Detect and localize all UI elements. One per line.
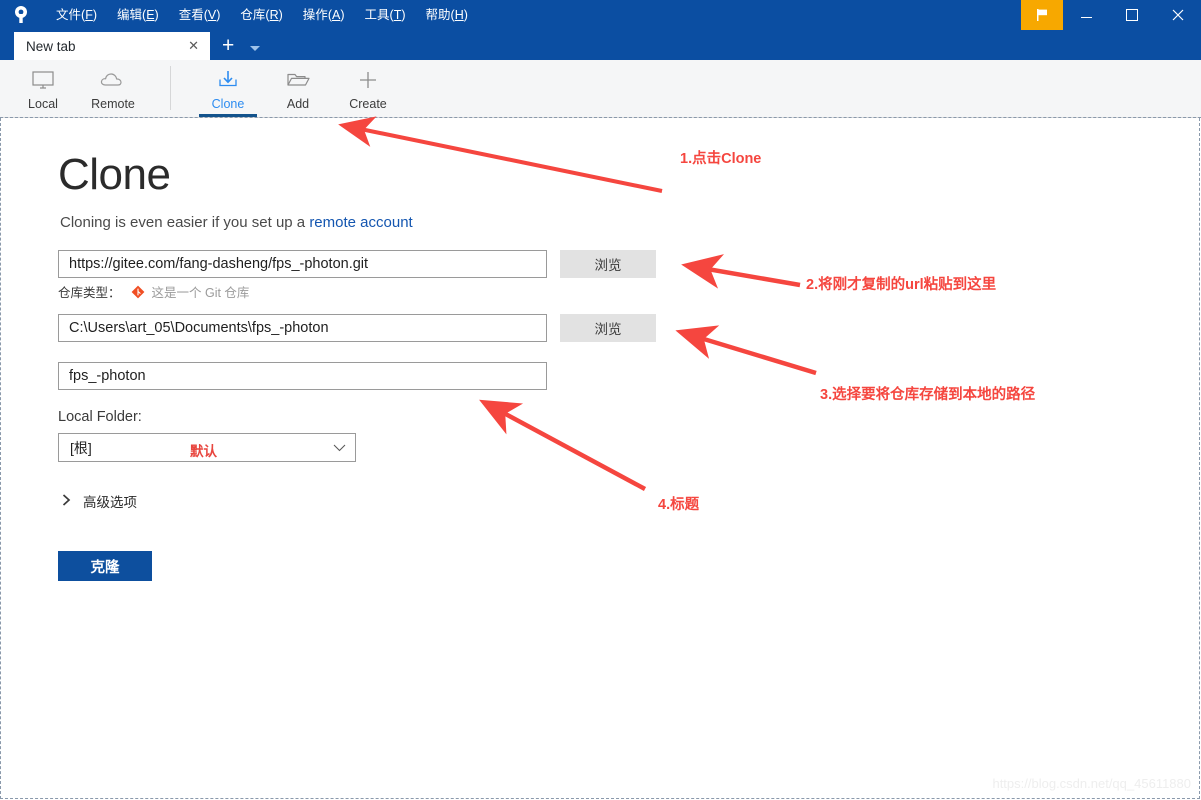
plus-icon[interactable]: + [222, 35, 234, 56]
local-folder-label: Local Folder: [58, 409, 142, 425]
flag-icon[interactable] [1021, 0, 1063, 30]
page-subtitle: Cloning is even easier if you set up a r… [60, 214, 413, 231]
page-title: Clone [58, 150, 171, 199]
local-folder-note: 默认 [190, 444, 217, 459]
title-bar: 文件(F) 编辑(E) 查看(V) 仓库(R) 操作(A) 工具(T) 帮助(H… [0, 0, 1201, 30]
repository-type-row: 仓库类型： 这是一个 Git 仓库 [58, 282, 249, 301]
menu-item-edit[interactable]: 编辑(E) [107, 0, 169, 30]
app-window: 文件(F) 编辑(E) 查看(V) 仓库(R) 操作(A) 工具(T) 帮助(H… [0, 0, 1201, 800]
close-icon[interactable] [1155, 0, 1201, 30]
monitor-icon [31, 67, 55, 93]
toolbar-item-create[interactable]: Create [333, 60, 403, 117]
window-controls [1021, 0, 1201, 30]
close-icon[interactable]: ✕ [185, 38, 202, 54]
destination-path-input[interactable]: C:\Users\art_05\Documents\fps_-photon [58, 314, 547, 342]
folder-open-icon [285, 67, 311, 93]
repository-name-input[interactable]: fps_-photon [58, 362, 547, 390]
toolbar-item-label: Clone [211, 97, 245, 111]
toolbar-item-label: Add [286, 97, 310, 111]
clone-panel: Clone Cloning is even easier if you set … [0, 118, 1201, 800]
advanced-options-label: 高级选项 [83, 495, 137, 510]
watermark: https://blog.csdn.net/qq_45611880 [992, 776, 1191, 791]
menu-item-help[interactable]: 帮助(H) [416, 0, 478, 30]
plus-icon [357, 67, 379, 93]
cloud-icon [99, 67, 127, 93]
toolbar-item-label: Local [28, 97, 58, 111]
toolbar-item-add[interactable]: Add [263, 60, 333, 117]
clone-button[interactable]: 克隆 [58, 551, 152, 581]
tab-strip: New tab ✕ + [0, 30, 1201, 60]
toolbar-item-clone[interactable]: Clone [193, 60, 263, 117]
git-diamond-icon [131, 285, 145, 299]
menu-item-tools[interactable]: 工具(T) [355, 0, 416, 30]
tab-new-tab[interactable]: New tab ✕ [14, 32, 210, 60]
menu-item-repository[interactable]: 仓库(R) [230, 0, 292, 30]
anno-2: 2.将刚才复制的url粘贴到这里 [806, 277, 997, 293]
tab-label: New tab [26, 38, 76, 54]
advanced-options-toggle[interactable]: 高级选项 [62, 491, 137, 511]
menu-item-file[interactable]: 文件(F) [46, 0, 107, 30]
browse-destination-button[interactable]: 浏览 [560, 314, 656, 342]
maximize-icon[interactable] [1109, 0, 1155, 30]
repository-type-value: 这是一个 Git 仓库 [151, 286, 250, 300]
source-url-input[interactable]: https://gitee.com/fang-dasheng/fps_-phot… [58, 250, 547, 278]
anno-4: 4.标题 [658, 497, 700, 513]
browse-source-button[interactable]: 浏览 [560, 250, 656, 278]
toolbar-item-label: Remote [91, 97, 135, 111]
toolbar-item-local[interactable]: Local [8, 60, 78, 117]
local-folder-value: [根] [70, 439, 92, 456]
chevron-down-icon[interactable] [250, 46, 261, 51]
toolbar-item-remote[interactable]: Remote [78, 60, 148, 117]
toolbar-divider [170, 66, 171, 110]
menu-item-actions[interactable]: 操作(A) [293, 0, 355, 30]
toolbar-item-label: Create [349, 97, 387, 111]
chevron-down-icon [333, 441, 346, 454]
anno-3: 3.选择要将仓库存储到本地的路径 [820, 387, 1036, 403]
minimize-icon[interactable] [1063, 0, 1109, 30]
remote-account-link[interactable]: remote account [309, 214, 412, 231]
toolbar: Local Remote Clone Add Create [0, 60, 1201, 118]
clone-download-icon [216, 67, 240, 93]
subtitle-text: Cloning is even easier if you set up a [60, 214, 310, 231]
chevron-right-icon [62, 493, 71, 509]
repository-type-label: 仓库类型： [58, 286, 121, 300]
anno-1: 1.点击Clone [680, 151, 762, 167]
sourcetree-logo-icon [6, 0, 36, 30]
menu-item-view[interactable]: 查看(V) [169, 0, 231, 30]
menu-bar: 文件(F) 编辑(E) 查看(V) 仓库(R) 操作(A) 工具(T) 帮助(H… [46, 0, 478, 30]
